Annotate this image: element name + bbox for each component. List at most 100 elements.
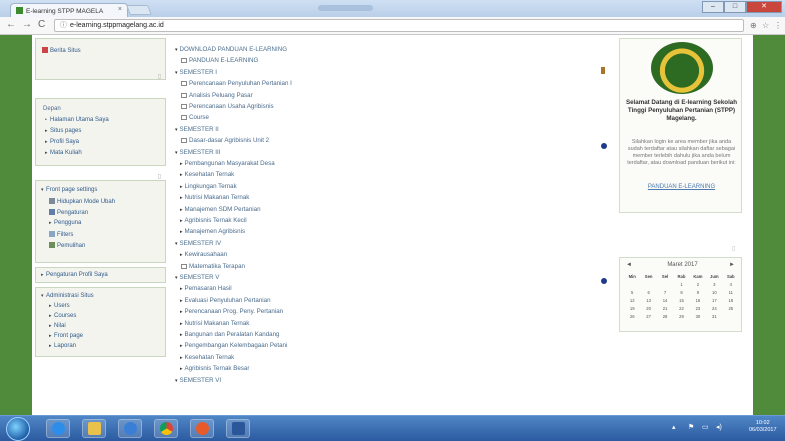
- settings-item[interactable]: Pemulihan: [49, 242, 85, 249]
- word-taskbar-button[interactable]: [226, 419, 250, 438]
- course-link[interactable]: ▸ Kesehatan Ternak: [180, 354, 234, 361]
- calendar-day[interactable]: 12: [624, 298, 640, 303]
- info-icon[interactable]: [601, 278, 607, 284]
- resource-link[interactable]: Course: [181, 114, 209, 121]
- resource-link[interactable]: Perencanaan Penyuluhan Pertanian I: [181, 80, 292, 87]
- info-icon[interactable]: [601, 143, 607, 149]
- settings-item[interactable]: ▸ Pengguna: [49, 220, 81, 226]
- start-button[interactable]: [6, 417, 30, 441]
- course-link[interactable]: ▸ Agribisnis Ternak Besar: [180, 365, 249, 372]
- media-taskbar-button[interactable]: [118, 419, 142, 438]
- minimize-button[interactable]: –: [702, 1, 724, 13]
- block-dock-icon[interactable]: ▯: [158, 73, 161, 80]
- calendar-day[interactable]: 11: [723, 290, 739, 295]
- course-link[interactable]: ▸ Manajemen SDM Pertanian: [180, 206, 261, 213]
- calendar-day[interactable]: 29: [673, 314, 689, 319]
- calendar-day[interactable]: 27: [640, 314, 656, 319]
- nav-item[interactable]: • Halaman Utama Saya: [45, 117, 109, 123]
- admin-item[interactable]: ▸ Users: [49, 303, 70, 309]
- calendar-day[interactable]: 22: [673, 306, 689, 311]
- calendar-day[interactable]: 25: [723, 306, 739, 311]
- calendar-day[interactable]: 10: [706, 290, 722, 295]
- calendar-day[interactable]: 23: [690, 306, 706, 311]
- settings-item[interactable]: Hidupkan Mode Ubah: [49, 198, 115, 205]
- new-tab-button[interactable]: [126, 5, 152, 15]
- calendar-day[interactable]: 31: [706, 314, 722, 319]
- section-heading[interactable]: ▾ SEMESTER V: [175, 274, 219, 281]
- bookmark-star-icon[interactable]: ☆: [762, 21, 769, 30]
- resource-link[interactable]: Analisis Peluang Pasar: [181, 92, 253, 99]
- admin-item[interactable]: ▸ Nilai: [49, 323, 66, 329]
- course-link[interactable]: ▸ Manajemen Agribisnis: [180, 228, 245, 235]
- chrome-taskbar-button[interactable]: [154, 419, 178, 438]
- calendar-day[interactable]: 15: [673, 298, 689, 303]
- calendar-day[interactable]: 16: [690, 298, 706, 303]
- nav-item[interactable]: ▸ Situs pages: [45, 128, 81, 134]
- calendar-prev-icon[interactable]: ◄: [626, 262, 632, 268]
- site-info-icon[interactable]: ⓘ: [60, 22, 67, 29]
- resource-link[interactable]: PANDUAN E-LEARNING: [181, 57, 258, 64]
- panduan-link[interactable]: PANDUAN E-LEARNING: [626, 184, 737, 190]
- calendar-day[interactable]: 28: [657, 314, 673, 319]
- back-arrow-icon[interactable]: ←: [6, 20, 16, 30]
- section-heading[interactable]: ▾ SEMESTER I: [175, 69, 217, 76]
- section-heading[interactable]: ▾ SEMESTER VI: [175, 377, 221, 384]
- course-link[interactable]: ▸ Kewirausahaan: [180, 251, 227, 258]
- calendar-day[interactable]: 2: [690, 282, 706, 287]
- explorer-taskbar-button[interactable]: [82, 419, 106, 438]
- resource-link[interactable]: Dasar-dasar Agribisnis Unit 2: [181, 137, 269, 144]
- network-icon[interactable]: ▭: [702, 423, 709, 431]
- calendar-day[interactable]: 1: [673, 282, 689, 287]
- profile-settings-link[interactable]: ▸ Pengaturan Profil Saya: [41, 272, 108, 278]
- app-taskbar-button[interactable]: [190, 419, 214, 438]
- course-link[interactable]: ▸ Pemasaran Hasil: [180, 285, 232, 292]
- flag-icon[interactable]: ⚑: [688, 423, 694, 431]
- section-heading[interactable]: ▾ SEMESTER II: [175, 126, 219, 133]
- course-link[interactable]: ▸ Agribisnis Ternak Kecil: [180, 217, 247, 224]
- volume-icon[interactable]: ◂): [716, 423, 722, 431]
- admin-item[interactable]: ▸ Front page: [49, 333, 83, 339]
- course-link[interactable]: ▸ Evaluasi Penyuluhan Pertanian: [180, 297, 271, 304]
- reload-icon[interactable]: C: [38, 20, 45, 30]
- admin-item[interactable]: ▸ Courses: [49, 313, 76, 319]
- block-dock-icon[interactable]: ▯: [158, 173, 161, 180]
- calendar-next-icon[interactable]: ►: [729, 262, 735, 268]
- section-heading[interactable]: ▾ SEMESTER IV: [175, 240, 221, 247]
- edit-handle-icon[interactable]: [601, 67, 605, 74]
- calendar-day[interactable]: 19: [624, 306, 640, 311]
- calendar-day[interactable]: 26: [624, 314, 640, 319]
- block-dock-icon[interactable]: ▯: [732, 245, 735, 252]
- menu-icon[interactable]: ⋮: [774, 21, 782, 30]
- calendar-day[interactable]: 24: [706, 306, 722, 311]
- settings-item[interactable]: Filters: [49, 231, 73, 238]
- translate-icon[interactable]: ⊕: [750, 21, 757, 30]
- system-clock[interactable]: 10:02 06/03/2017: [749, 420, 777, 434]
- browser-tab[interactable]: E-learning STPP MAGELA ×: [10, 3, 128, 17]
- ie-taskbar-button[interactable]: [46, 419, 70, 438]
- settings-title[interactable]: ▾ Front page settings: [41, 187, 97, 193]
- calendar-day[interactable]: 30: [690, 314, 706, 319]
- settings-item[interactable]: Pengaturan: [49, 209, 88, 216]
- calendar-month[interactable]: Maret 2017: [660, 262, 705, 268]
- course-link[interactable]: ▸ Kesehatan Ternak: [180, 171, 234, 178]
- tray-arrow-icon[interactable]: ▴: [672, 423, 676, 431]
- course-link[interactable]: ▸ Pengembangan Kelembagaan Petani: [180, 342, 287, 349]
- course-link[interactable]: ▸ Pembangunan Masyarakat Desa: [180, 160, 275, 167]
- calendar-day[interactable]: 14: [657, 298, 673, 303]
- calendar-day[interactable]: 8: [673, 290, 689, 295]
- maximize-button[interactable]: □: [724, 1, 746, 13]
- nav-home-link[interactable]: Depan: [43, 106, 61, 112]
- calendar-day[interactable]: 5: [624, 290, 640, 295]
- forward-arrow-icon[interactable]: →: [22, 20, 32, 30]
- calendar-day[interactable]: 13: [640, 298, 656, 303]
- admin-item[interactable]: ▸ Laporan: [49, 343, 76, 349]
- nav-item[interactable]: ▸ Profil Saya: [45, 139, 79, 145]
- nav-item[interactable]: ▸ Mata Kuliah: [45, 150, 82, 156]
- section-heading[interactable]: ▾ DOWNLOAD PANDUAN E-LEARNING: [175, 46, 287, 53]
- course-link[interactable]: ▸ Bangunan dan Peralatan Kandang: [180, 331, 279, 338]
- calendar-day[interactable]: 4: [723, 282, 739, 287]
- calendar-day[interactable]: 18: [723, 298, 739, 303]
- course-link[interactable]: ▸ Nutrisi Makanan Ternak: [180, 320, 249, 327]
- tab-close-icon[interactable]: ×: [118, 6, 122, 13]
- address-bar[interactable]: ⓘ e-learning.stppmagelang.ac.id: [54, 19, 744, 32]
